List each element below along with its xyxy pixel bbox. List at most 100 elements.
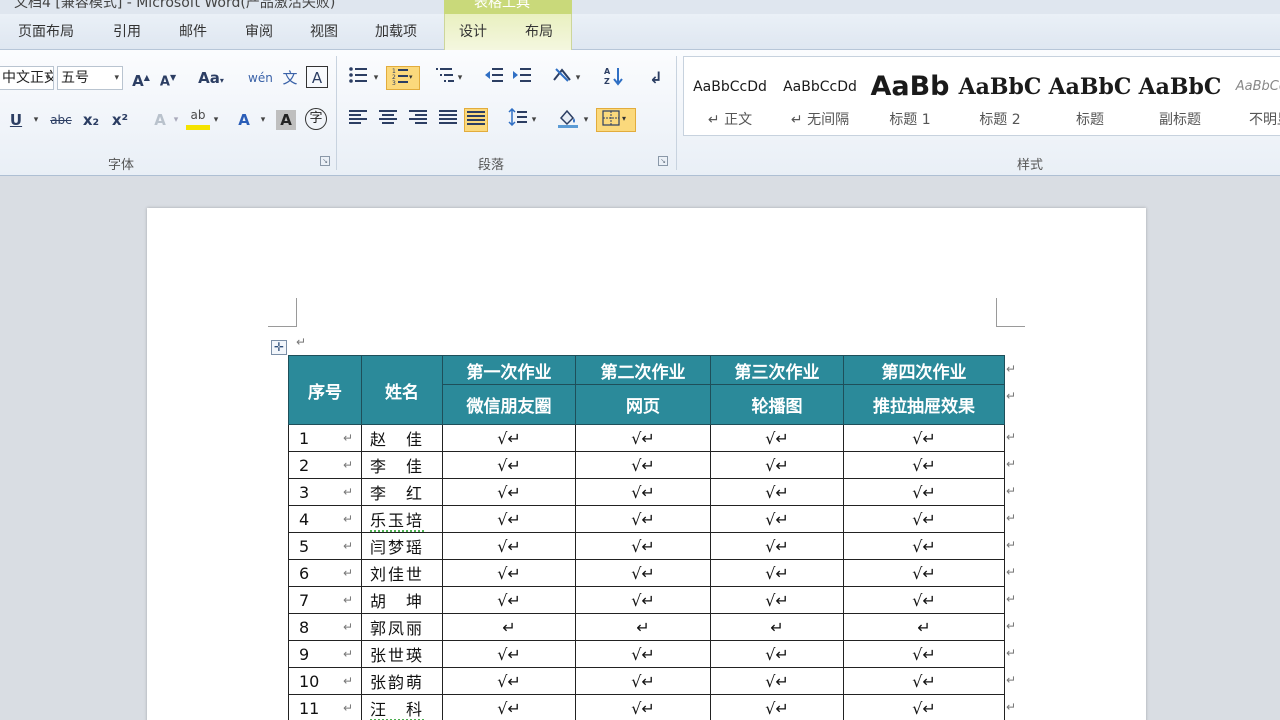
name-cell[interactable]: 刘佳世	[361, 559, 443, 587]
name-cell[interactable]: 汪 科	[361, 694, 443, 720]
bullets-button[interactable]	[346, 66, 370, 90]
tab-view[interactable]: 视图	[310, 21, 338, 41]
strikethrough-button[interactable]: abc	[48, 108, 74, 132]
name-cell[interactable]: 赵 佳	[361, 424, 443, 452]
seq-cell[interactable]: 5 ↵	[288, 532, 362, 560]
font-color-dropdown[interactable]: ▾	[259, 108, 267, 132]
line-spacing-dropdown[interactable]: ▾	[530, 108, 538, 132]
mark-cell[interactable]: √↵	[843, 478, 1005, 506]
mark-cell[interactable]: √↵	[843, 532, 1005, 560]
font-size-combo[interactable]: 五号 ▾	[57, 66, 123, 90]
style-heading-1[interactable]: AaBb 标题 1	[865, 65, 955, 135]
tab-table-design[interactable]: 设计	[459, 21, 487, 41]
seq-cell[interactable]: 4 ↵	[288, 505, 362, 533]
mark-cell[interactable]: √↵	[442, 478, 576, 506]
header-topic3[interactable]: 轮播图	[710, 384, 844, 425]
change-case-button[interactable]: Aa▾	[196, 66, 226, 90]
mark-cell[interactable]: √↵	[575, 586, 711, 614]
enclose-characters-button[interactable]: 字	[305, 108, 327, 130]
seq-cell[interactable]: 6 ↵	[288, 559, 362, 587]
header-hw2[interactable]: 第二次作业	[575, 355, 711, 385]
mark-cell[interactable]: √↵	[575, 532, 711, 560]
font-name-combo[interactable]: 中文正文 ▾	[0, 66, 54, 90]
seq-cell[interactable]: 8 ↵	[288, 613, 362, 641]
mark-cell[interactable]: √↵	[442, 424, 576, 452]
character-border-button[interactable]: A	[306, 66, 328, 88]
multilevel-list-dropdown[interactable]: ▾	[456, 66, 464, 90]
mark-cell[interactable]: √↵	[710, 559, 844, 587]
style-subtle-emphasis[interactable]: AaBbCcDd 不明显	[1225, 65, 1280, 135]
seq-cell[interactable]: 2 ↵	[288, 451, 362, 479]
style-subtitle[interactable]: AaBbC 副标题	[1135, 65, 1225, 135]
tab-add-ins[interactable]: 加载项	[375, 21, 417, 41]
mark-cell[interactable]: √↵	[442, 640, 576, 668]
chinese-layout-button[interactable]	[550, 66, 574, 90]
mark-cell[interactable]: √↵	[442, 586, 576, 614]
bullets-dropdown[interactable]: ▾	[372, 66, 380, 90]
seq-cell[interactable]: 7 ↵	[288, 586, 362, 614]
decrease-indent-button[interactable]	[482, 66, 506, 90]
mark-cell[interactable]: √↵	[575, 640, 711, 668]
mark-cell[interactable]: √↵	[843, 505, 1005, 533]
mark-cell[interactable]: ↵	[843, 613, 1005, 641]
mark-cell[interactable]: √↵	[843, 694, 1005, 720]
header-seq[interactable]: 序号	[288, 355, 362, 425]
shrink-font-button[interactable]: A▼	[156, 66, 180, 90]
justify-button[interactable]	[436, 108, 460, 132]
grow-font-button[interactable]: A▲	[129, 66, 153, 90]
mark-cell[interactable]: ↵	[442, 613, 576, 641]
highlight-button[interactable]: ab	[186, 106, 210, 130]
name-cell[interactable]: 李 佳	[361, 451, 443, 479]
name-cell[interactable]: 乐玉培	[361, 505, 443, 533]
table-move-handle[interactable]: ✛	[271, 340, 287, 355]
mark-cell[interactable]: √↵	[710, 667, 844, 695]
mark-cell[interactable]: √↵	[442, 505, 576, 533]
mark-cell[interactable]: √↵	[710, 694, 844, 720]
chinese-layout-dropdown[interactable]: ▾	[574, 66, 582, 90]
header-hw3[interactable]: 第三次作业	[710, 355, 844, 385]
seq-cell[interactable]: 10 ↵	[288, 667, 362, 695]
header-name[interactable]: 姓名	[361, 355, 443, 425]
multilevel-list-button[interactable]	[433, 66, 457, 90]
mark-cell[interactable]: √↵	[442, 667, 576, 695]
font-dialog-launcher[interactable]: ↘	[320, 156, 330, 166]
header-hw1[interactable]: 第一次作业	[442, 355, 576, 385]
character-shading-button[interactable]: A	[276, 110, 296, 130]
shading-dropdown[interactable]: ▾	[582, 108, 590, 132]
tab-table-layout[interactable]: 布局	[525, 21, 553, 41]
seq-cell[interactable]: 11 ↵	[288, 694, 362, 720]
name-cell[interactable]: 胡 坤	[361, 586, 443, 614]
distributed-align-button[interactable]	[464, 108, 488, 132]
header-topic2[interactable]: 网页	[575, 384, 711, 425]
mark-cell[interactable]: ↵	[710, 613, 844, 641]
tab-review[interactable]: 审阅	[245, 21, 273, 41]
mark-cell[interactable]: √↵	[442, 532, 576, 560]
header-topic1[interactable]: 微信朋友圈	[442, 384, 576, 425]
name-cell[interactable]: 张世瑛	[361, 640, 443, 668]
mark-cell[interactable]: √↵	[442, 451, 576, 479]
mark-cell[interactable]: √↵	[442, 559, 576, 587]
name-cell[interactable]: 郭凤丽	[361, 613, 443, 641]
mark-cell[interactable]: √↵	[575, 559, 711, 587]
tab-references[interactable]: 引用	[113, 21, 141, 41]
text-effects-dropdown[interactable]: ▾	[172, 108, 180, 132]
align-left-button[interactable]	[346, 108, 370, 132]
mark-cell[interactable]: √↵	[710, 586, 844, 614]
mark-cell[interactable]: √↵	[710, 532, 844, 560]
style-heading-2[interactable]: AaBbC 标题 2	[955, 65, 1045, 135]
seq-cell[interactable]: 9 ↵	[288, 640, 362, 668]
name-cell[interactable]: 闫梦瑶	[361, 532, 443, 560]
mark-cell[interactable]: √↵	[843, 451, 1005, 479]
style-normal[interactable]: AaBbCcDd ↵ 正文	[685, 65, 775, 135]
mark-cell[interactable]: √↵	[575, 424, 711, 452]
subscript-button[interactable]: x₂	[79, 108, 103, 132]
name-cell[interactable]: 李 红	[361, 478, 443, 506]
seq-cell[interactable]: 1 ↵	[288, 424, 362, 452]
style-title[interactable]: AaBbC 标题	[1045, 65, 1135, 135]
seq-cell[interactable]: 3 ↵	[288, 478, 362, 506]
mark-cell[interactable]: √↵	[710, 424, 844, 452]
pinyin-guide-button[interactable]: wén	[248, 66, 273, 90]
mark-cell[interactable]: √↵	[575, 451, 711, 479]
mark-cell[interactable]: √↵	[710, 451, 844, 479]
tab-page-layout[interactable]: 页面布局	[18, 21, 74, 41]
